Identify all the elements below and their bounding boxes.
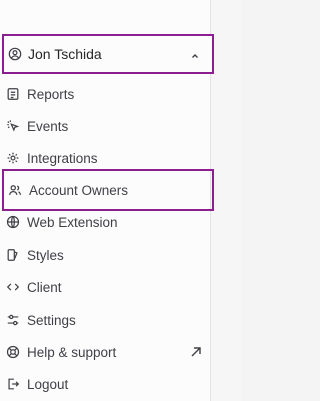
paint-icon bbox=[6, 248, 20, 262]
menu-item-label: Styles bbox=[27, 247, 64, 263]
user-circle-icon bbox=[8, 47, 22, 61]
user-name: Jon Tschida bbox=[28, 46, 102, 62]
reports-icon bbox=[6, 87, 20, 101]
page-background bbox=[212, 0, 241, 401]
globe-icon bbox=[6, 215, 20, 229]
menu-item-label: Settings bbox=[27, 312, 76, 328]
menu-item-label: Web Extension bbox=[27, 214, 118, 230]
menu-item-label: Events bbox=[27, 118, 69, 134]
menu-item-logout[interactable]: Logout bbox=[0, 368, 211, 400]
chevron-up-icon[interactable] bbox=[190, 48, 200, 66]
menu-item-styles[interactable]: Styles bbox=[0, 239, 211, 271]
cursor-click-icon bbox=[6, 119, 20, 133]
users-icon bbox=[8, 183, 22, 197]
menu-item-settings[interactable]: Settings bbox=[0, 304, 211, 336]
menu-item-help-support[interactable]: Help & support bbox=[0, 336, 211, 368]
menu-item-events[interactable]: Events bbox=[0, 110, 211, 142]
menu-item-client[interactable]: Client bbox=[0, 271, 211, 303]
logout-icon bbox=[6, 377, 20, 391]
menu-item-account-owners[interactable]: Account Owners bbox=[2, 169, 214, 211]
menu-item-label: Integrations bbox=[27, 150, 98, 166]
gear-icon bbox=[6, 151, 20, 165]
sliders-icon bbox=[6, 313, 20, 327]
lifebuoy-icon bbox=[6, 345, 20, 359]
code-icon bbox=[6, 280, 20, 294]
menu-item-web-extension[interactable]: Web Extension bbox=[0, 206, 211, 238]
menu-item-label: Logout bbox=[27, 376, 69, 392]
menu-item-label: Account Owners bbox=[29, 182, 129, 198]
menu-item-label: Help & support bbox=[27, 344, 117, 360]
menu-item-label: Client bbox=[27, 279, 62, 295]
external-link-icon bbox=[189, 345, 203, 359]
menu-item-reports[interactable]: Reports bbox=[0, 78, 211, 110]
menu-item-label: Reports bbox=[27, 86, 75, 102]
user-account-toggle[interactable]: Jon Tschida bbox=[2, 34, 214, 74]
